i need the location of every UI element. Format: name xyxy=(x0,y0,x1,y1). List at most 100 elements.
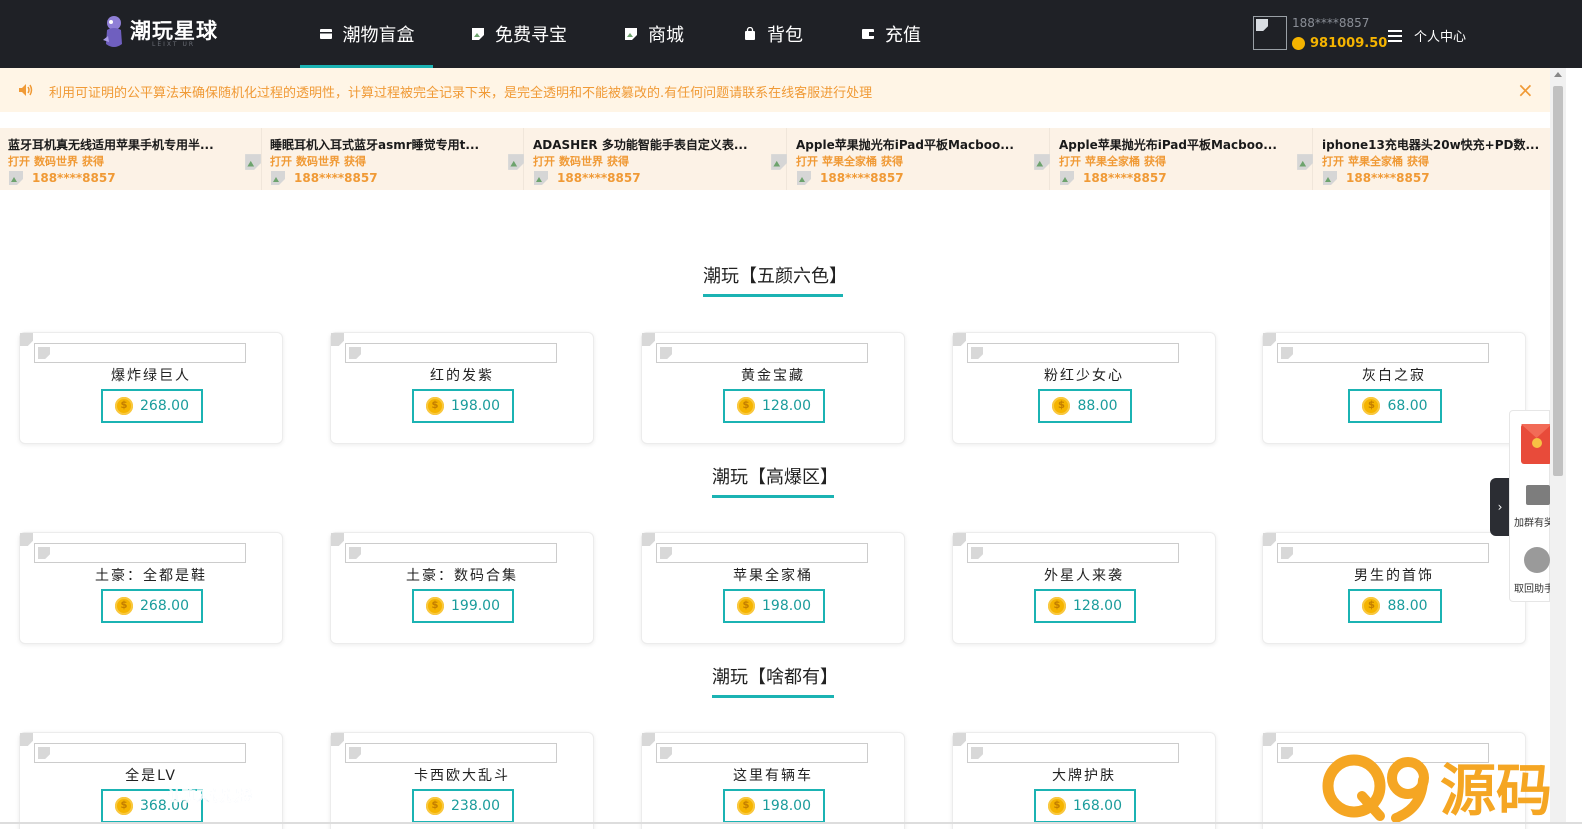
price-button[interactable]: $268.00 xyxy=(101,589,203,623)
box-name: 土豪：全都是鞋 xyxy=(95,568,207,584)
price-button[interactable]: $68.00 xyxy=(1348,389,1442,423)
broken-image-icon xyxy=(1034,154,1050,170)
nav-blind-box[interactable]: 潮物盲盒 xyxy=(300,0,433,68)
box-name: 红的发紫 xyxy=(430,368,494,384)
ticker-action: 打开 数码世界 获得 xyxy=(270,153,366,169)
ticker-item[interactable]: ADASHER 多功能智能手表自定义表... 打开 数码世界 获得 188****8… xyxy=(508,128,787,190)
scroll-thumb[interactable] xyxy=(1553,86,1563,476)
ticker-item[interactable]: 蓝牙耳机真无线适用苹果手机专用半... 打开 数码世界 获得 188****8857 xyxy=(0,128,262,190)
ticker-action: 打开 数码世界 获得 xyxy=(8,153,104,169)
blind-box-card[interactable]: 苹果全家桶 $198.00 xyxy=(641,532,905,644)
ticker-item[interactable]: Apple苹果抛光布iPad平板Macboo... 打开 苹果全家桶 获得 188*… xyxy=(771,128,1050,190)
brand-watermark-logo: 源码 xyxy=(1322,754,1552,822)
broken-image-icon xyxy=(1263,533,1277,547)
price-button[interactable]: $268.00 xyxy=(101,389,203,423)
ticker-item[interactable]: 睡眠耳机入耳式蓝牙asmr睡觉专用t... 打开 数码世界 获得 188****88… xyxy=(245,128,524,190)
broken-image-icon xyxy=(245,154,261,170)
blind-box-card[interactable]: 外星人来袭 $128.00 xyxy=(952,532,1216,644)
coin-icon: $ xyxy=(426,597,444,615)
box-name: 黄金宝藏 xyxy=(741,368,805,384)
ticker-open-text: 打开 xyxy=(1059,155,1081,168)
price-button[interactable]: $198.00 xyxy=(723,789,825,823)
blind-box-card[interactable]: 大牌护肤 $168.00 xyxy=(952,732,1216,829)
box-name: 大牌护肤 xyxy=(1052,768,1116,784)
ticker-get-text: 获得 xyxy=(881,155,903,168)
blind-box-card[interactable]: 这里有辆车 $198.00 xyxy=(641,732,905,829)
blind-box-card[interactable]: 爆炸绿巨人 $268.00 xyxy=(19,332,283,444)
broken-image-icon xyxy=(953,333,967,347)
user-center-link[interactable]: 个人中心 xyxy=(1388,26,1466,45)
section-underline xyxy=(712,495,834,498)
red-packet-icon[interactable] xyxy=(1521,424,1552,464)
ticker-item[interactable]: Apple苹果抛光布iPad平板Macboo... 打开 苹果全家桶 获得 188*… xyxy=(1034,128,1313,190)
nav-label: 免费寻宝 xyxy=(495,25,567,46)
nav-label: 充值 xyxy=(885,25,921,46)
price-button[interactable]: $128.00 xyxy=(1034,589,1136,623)
ticker-open-text: 打开 xyxy=(796,155,818,168)
price-button[interactable]: $238.00 xyxy=(412,789,514,823)
blind-box-card[interactable]: 土豪：数码合集 $199.00 xyxy=(330,532,594,644)
blind-box-card[interactable]: 土豪：全都是鞋 $268.00 xyxy=(19,532,283,644)
nav-backpack[interactable]: 背包 xyxy=(743,0,803,68)
ticker-user: 188****8857 xyxy=(533,170,641,186)
ticker-user-phone: 188****8857 xyxy=(32,171,116,185)
blind-box-card[interactable]: 灰白之寂 $68.00 xyxy=(1262,332,1526,444)
section-title: 潮玩【高爆区】 xyxy=(712,463,838,498)
float-panel-toggle[interactable]: › xyxy=(1490,478,1510,536)
price-button[interactable]: $198.00 xyxy=(723,589,825,623)
ticker-item[interactable]: iphone13充电器头20w快充+PD数... 打开 苹果全家桶 获得 188**… xyxy=(1297,128,1550,190)
price-button[interactable]: $199.00 xyxy=(412,589,514,623)
price-button[interactable]: $88.00 xyxy=(1348,589,1442,623)
box-image xyxy=(967,543,1179,563)
ticker-product-title: 睡眠耳机入耳式蓝牙asmr睡觉专用t... xyxy=(270,138,480,152)
box-name: 土豪：数码合集 xyxy=(406,568,518,584)
price-button[interactable]: $198.00 xyxy=(412,389,514,423)
ticker-user-phone: 188****8857 xyxy=(1083,171,1167,185)
nav-label: 商城 xyxy=(648,25,684,46)
blind-box-card[interactable]: 粉红少女心 $88.00 xyxy=(952,332,1216,444)
ticker-user: 188****8857 xyxy=(1059,170,1167,186)
price-button[interactable]: $88.00 xyxy=(1038,389,1132,423)
page-scrollbar[interactable] xyxy=(1550,68,1566,823)
blind-box-card[interactable]: 全是LV $368.00 xyxy=(19,732,283,829)
box-image xyxy=(345,543,557,563)
price-value: 128.00 xyxy=(1073,598,1122,614)
box-name: 这里有辆车 xyxy=(733,768,813,784)
box-name: 男生的首饰 xyxy=(1354,568,1434,584)
nav-free-treasure[interactable]: 免费寻宝 xyxy=(471,0,567,68)
price-button[interactable]: $128.00 xyxy=(723,389,825,423)
price-value: 88.00 xyxy=(1387,598,1428,614)
site-logo[interactable]: 潮玩星球 LEIXT UR xyxy=(100,12,230,52)
price-button[interactable]: $168.00 xyxy=(1034,789,1136,823)
ticker-action: 打开 苹果全家桶 获得 xyxy=(796,153,903,169)
scroll-up-arrow-icon[interactable] xyxy=(1554,72,1562,77)
broken-image-icon xyxy=(1297,154,1313,170)
ticker-open-text: 打开 xyxy=(533,155,555,168)
nav-mall[interactable]: 商城 xyxy=(624,0,684,68)
blind-box-card[interactable]: 男生的首饰 $88.00 xyxy=(1262,532,1526,644)
mascot-icon xyxy=(103,16,122,47)
broken-image-icon xyxy=(642,333,656,347)
user-avatar[interactable] xyxy=(1253,16,1287,50)
ticker-product-title: iphone13充电器头20w快充+PD数... xyxy=(1322,138,1540,152)
blind-box-card[interactable]: 红的发紫 $198.00 xyxy=(330,332,594,444)
balance-value: 981009.50 xyxy=(1310,36,1388,51)
ticker-get-text: 获得 xyxy=(82,155,104,168)
shop-icon[interactable] xyxy=(1526,485,1550,505)
box-name: 卡西欧大乱斗 xyxy=(414,768,510,784)
box-image xyxy=(34,543,246,563)
blind-box-card[interactable]: 卡西欧大乱斗 $238.00 xyxy=(330,732,594,829)
close-icon[interactable]: × xyxy=(1517,78,1534,102)
box-image xyxy=(967,743,1179,763)
section-title-text: 潮玩【五颜六色】 xyxy=(703,266,847,287)
retrieve-helper-icon[interactable] xyxy=(1524,547,1550,573)
top-navigation-bar: 潮玩星球 LEIXT UR 潮物盲盒 免费寻宝 商城 背包 充值 188****… xyxy=(0,0,1582,68)
coin-icon: $ xyxy=(737,797,755,815)
price-value: 199.00 xyxy=(451,598,500,614)
broken-image-icon xyxy=(331,333,345,347)
section-title-text: 潮玩【啥都有】 xyxy=(712,667,838,688)
nav-recharge[interactable]: 充值 xyxy=(861,0,921,68)
blind-box-card[interactable]: 黄金宝藏 $128.00 xyxy=(641,332,905,444)
price-value: 198.00 xyxy=(762,598,811,614)
ticker-get-text: 获得 xyxy=(607,155,629,168)
